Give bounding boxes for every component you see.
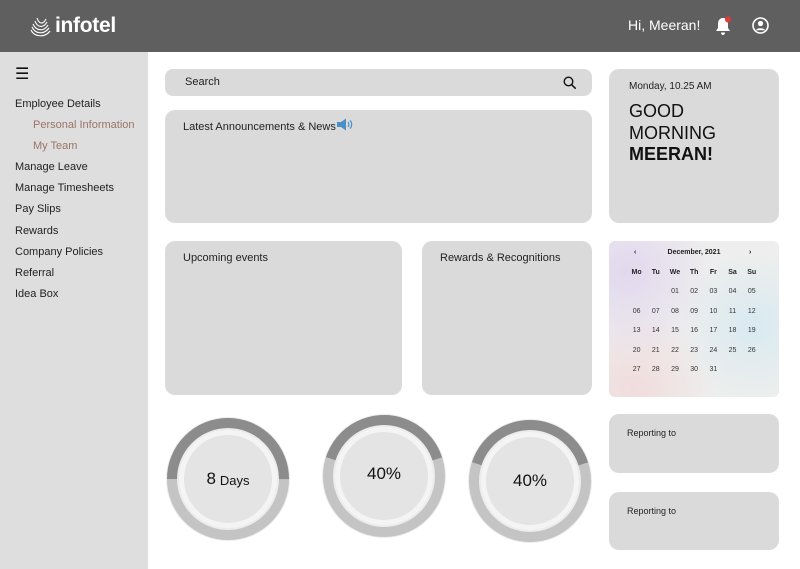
calendar-next-icon[interactable]: › bbox=[749, 249, 751, 256]
calendar-day[interactable]: 05 bbox=[742, 288, 761, 307]
calendar-day[interactable]: 07 bbox=[646, 308, 665, 327]
sidebar-item-company-policies[interactable]: Company Policies bbox=[15, 245, 135, 266]
sidebar-item-personal-information[interactable]: Personal Information bbox=[15, 118, 135, 139]
sidebar-item-pay-slips[interactable]: Pay Slips bbox=[15, 202, 135, 223]
calendar-day[interactable]: 30 bbox=[685, 366, 704, 385]
logo-swirl-icon bbox=[30, 17, 51, 37]
gauge-value: 40% bbox=[366, 464, 402, 483]
bell-icon[interactable] bbox=[714, 16, 732, 36]
gauge-value-wrap: 40% bbox=[466, 417, 594, 545]
calendar-day[interactable]: 03 bbox=[704, 288, 723, 307]
calendar-weekday: Fr bbox=[709, 269, 717, 276]
calendar-day[interactable]: 23 bbox=[685, 347, 704, 366]
calendar-header: December, 2021 ‹ › bbox=[609, 249, 779, 261]
calendar-day[interactable]: 02 bbox=[685, 288, 704, 307]
hamburger-icon[interactable]: ☰ bbox=[15, 67, 29, 83]
calendar-day[interactable]: 28 bbox=[646, 366, 665, 385]
greeting-message: GOOD MORNING bbox=[629, 100, 716, 144]
greeting-line-2: MORNING bbox=[629, 123, 716, 143]
greeting-line-1: GOOD bbox=[629, 101, 685, 121]
stat-gauge-percent-2: 40% bbox=[466, 417, 594, 545]
calendar-day[interactable]: 31 bbox=[704, 366, 723, 385]
calendar-day[interactable]: 06 bbox=[627, 308, 646, 327]
calendar-day[interactable]: 18 bbox=[723, 327, 742, 346]
sidebar-item-manage-leave[interactable]: Manage Leave bbox=[15, 160, 135, 181]
sidebar-item-referral[interactable]: Referral bbox=[15, 266, 135, 287]
calendar-empty-cell bbox=[627, 288, 646, 307]
calendar-day[interactable]: 01 bbox=[665, 288, 684, 307]
greeting-card: Monday, 10.25 AM GOOD MORNING MEERAN! bbox=[609, 69, 779, 223]
logo-text: infotel bbox=[55, 14, 116, 37]
upcoming-events-title: Upcoming events bbox=[183, 252, 268, 264]
sidebar-item-my-team[interactable]: My Team bbox=[15, 139, 135, 160]
calendar-day[interactable]: 11 bbox=[723, 308, 742, 327]
megaphone-icon bbox=[337, 118, 353, 131]
greeting-name: MEERAN! bbox=[629, 144, 713, 164]
calendar-weekday: Th bbox=[689, 269, 699, 276]
reporting-card-2: Reporting to bbox=[609, 492, 779, 550]
calendar-widget: December, 2021 ‹ › Mo Tu We Th Fr Sa Su 01 02 03 0… bbox=[609, 241, 779, 397]
calendar-day[interactable]: 27 bbox=[627, 366, 646, 385]
sidebar-item-rewards[interactable]: Rewards bbox=[15, 224, 135, 245]
calendar-weekday: Su bbox=[747, 269, 757, 276]
user-greeting: Hi, Meeran! bbox=[628, 17, 701, 33]
reporting-title: Reporting to bbox=[627, 506, 677, 516]
upcoming-events-card: Upcoming events bbox=[165, 241, 402, 395]
search-icon[interactable] bbox=[563, 76, 576, 89]
calendar-weekday: We bbox=[669, 269, 681, 276]
calendar-day[interactable]: 22 bbox=[665, 347, 684, 366]
sidebar-item-employee-details[interactable]: Employee Details bbox=[15, 97, 135, 118]
calendar-day[interactable]: 19 bbox=[742, 327, 761, 346]
search-input[interactable]: Search bbox=[185, 76, 220, 88]
calendar-grid: Mo Tu We Th Fr Sa Su 01 02 03 04 05 06 07 08 09 10 11 12 13… bbox=[627, 269, 761, 385]
logo[interactable]: infotel bbox=[28, 12, 116, 40]
announcements-card: Latest Announcements & News bbox=[165, 110, 592, 223]
reporting-title: Reporting to bbox=[627, 428, 677, 438]
calendar-day[interactable]: 21 bbox=[646, 347, 665, 366]
calendar-day[interactable]: 29 bbox=[665, 366, 684, 385]
calendar-day[interactable]: 20 bbox=[627, 347, 646, 366]
announcements-title: Latest Announcements & News bbox=[183, 121, 336, 133]
gauge-unit: Days bbox=[219, 473, 250, 488]
calendar-day[interactable]: 10 bbox=[704, 308, 723, 327]
user-circle-icon[interactable] bbox=[752, 17, 769, 34]
gauge-value: 40% bbox=[512, 471, 548, 490]
sidebar: ☰ Employee Details Personal Information … bbox=[0, 52, 148, 569]
sidebar-item-manage-timesheets[interactable]: Manage Timesheets bbox=[15, 181, 135, 202]
top-bar: infotel Hi, Meeran! bbox=[0, 0, 800, 52]
calendar-day[interactable]: 24 bbox=[704, 347, 723, 366]
calendar-empty-cell bbox=[723, 366, 742, 385]
calendar-weekday: Sa bbox=[728, 269, 737, 276]
calendar-day[interactable]: 15 bbox=[665, 327, 684, 346]
calendar-day[interactable]: 16 bbox=[685, 327, 704, 346]
rewards-title: Rewards & Recognitions bbox=[440, 252, 561, 264]
gauge-value-wrap: 8 Days bbox=[164, 415, 292, 543]
gauge-value-wrap: 40% bbox=[320, 410, 448, 538]
calendar-day[interactable]: 09 bbox=[685, 308, 704, 327]
calendar-day[interactable]: 04 bbox=[723, 288, 742, 307]
reporting-card-1: Reporting to bbox=[609, 414, 779, 473]
calendar-day[interactable]: 14 bbox=[646, 327, 665, 346]
calendar-day[interactable]: 13 bbox=[627, 327, 646, 346]
calendar-day[interactable]: 25 bbox=[723, 347, 742, 366]
calendar-empty-cell bbox=[646, 288, 665, 307]
calendar-prev-icon[interactable]: ‹ bbox=[634, 249, 636, 256]
stat-gauge-leave-days: 8 Days bbox=[164, 415, 292, 543]
calendar-day[interactable]: 17 bbox=[704, 327, 723, 346]
search-bar[interactable]: Search bbox=[165, 69, 592, 96]
calendar-day[interactable]: 08 bbox=[665, 308, 684, 327]
calendar-day[interactable]: 12 bbox=[742, 308, 761, 327]
calendar-empty-cell bbox=[742, 366, 761, 385]
calendar-weekday: Tu bbox=[651, 269, 660, 276]
calendar-day[interactable]: 26 bbox=[742, 347, 761, 366]
sidebar-nav: Employee Details Personal Information My… bbox=[15, 97, 135, 308]
calendar-weekday: Mo bbox=[631, 269, 642, 276]
stat-gauge-percent-1: 40% bbox=[320, 412, 448, 540]
sidebar-item-idea-box[interactable]: Idea Box bbox=[15, 287, 135, 308]
rewards-card: Rewards & Recognitions bbox=[422, 241, 592, 395]
greeting-datetime: Monday, 10.25 AM bbox=[629, 81, 712, 92]
gauge-value: 8 bbox=[206, 469, 216, 488]
